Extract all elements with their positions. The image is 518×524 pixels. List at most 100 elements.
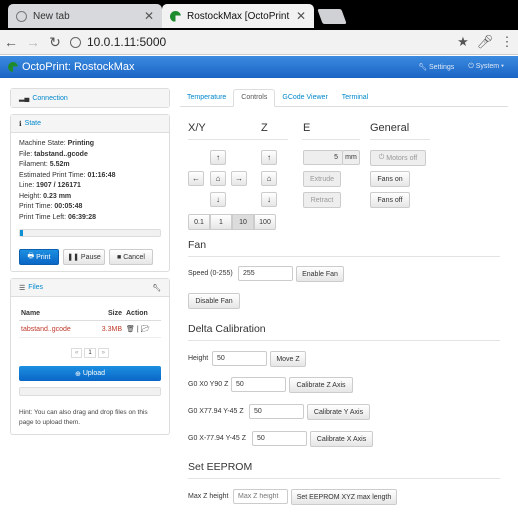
cancel-label: Cancel <box>123 253 145 261</box>
tab-controls[interactable]: Controls <box>233 89 276 107</box>
height-input[interactable]: 50 <box>212 351 267 366</box>
state-row: Filament: 5.52m <box>19 160 161 171</box>
power-icon: ⏻ <box>378 154 385 161</box>
upload-button[interactable]: ⊕ Upload <box>19 366 161 381</box>
page-prev[interactable]: « <box>70 348 83 358</box>
fan-speed-input[interactable]: 255 <box>238 266 293 281</box>
step-0-1-button[interactable]: 0.1 <box>188 214 210 230</box>
file-actions: 🗑︎ | 📂︎ <box>124 320 161 338</box>
step-100-button[interactable]: 100 <box>254 214 276 230</box>
caret-down-icon: ▾ <box>501 63 504 70</box>
wrench-icon[interactable]: 🔧︎ <box>152 284 161 292</box>
files-table: Name Size Action tabstand..gcode 3.3MB 🗑… <box>19 307 161 338</box>
reload-icon[interactable]: ↻ <box>44 34 66 51</box>
home-xy-button[interactable]: ⌂ <box>210 171 226 186</box>
system-label: System <box>475 63 500 70</box>
new-tab-button[interactable] <box>317 9 347 24</box>
step-10-button[interactable]: 10 <box>232 214 254 230</box>
extrude-button[interactable]: Extrude <box>303 171 341 187</box>
calibrate-x-button[interactable]: Calibrate X Axis <box>310 431 373 447</box>
table-row: tabstand..gcode 3.3MB 🗑︎ | 📂︎ <box>19 320 161 338</box>
settings-menu[interactable]: 🔧︎ Settings <box>418 63 454 71</box>
page-next[interactable]: » <box>97 348 110 358</box>
tab-new-tab[interactable]: New tab ✕ <box>8 4 162 28</box>
motors-off-button[interactable]: ⏻ Motors off <box>370 150 426 166</box>
print-button[interactable]: 🖶︎ Print <box>19 249 59 265</box>
delta-calibration-heading: Delta Calibration <box>188 323 266 335</box>
close-tab-icon[interactable]: ✕ <box>296 9 306 23</box>
list-icon: ☰ <box>19 284 26 292</box>
close-tab-icon[interactable]: ✕ <box>144 9 154 23</box>
x-plus-button[interactable]: → <box>231 171 247 186</box>
extrude-amount-input[interactable]: 5 <box>303 150 343 165</box>
move-z-button[interactable]: Move Z <box>270 351 306 367</box>
y-axis-input[interactable]: 50 <box>249 404 304 419</box>
z-plus-button[interactable]: ↑ <box>261 150 277 165</box>
menu-icon[interactable]: ⋮ <box>496 34 518 50</box>
upload-progress-bar <box>19 387 161 396</box>
tab-octoprint[interactable]: RostockMax [OctoPrint ✕ <box>162 4 314 28</box>
col-name[interactable]: Name <box>19 307 92 321</box>
x-minus-button[interactable]: ← <box>188 171 204 186</box>
z-minus-button[interactable]: ↓ <box>261 192 277 207</box>
upload-hint: Hint: You can also drag and drop files o… <box>19 409 148 426</box>
disable-fan-button[interactable]: Disable Fan <box>188 293 240 309</box>
site-info-icon[interactable] <box>70 36 81 48</box>
tab-temperature[interactable]: Temperature <box>180 94 233 106</box>
files-header[interactable]: ☰ Files 🔧︎ <box>11 279 169 297</box>
state-label: File: <box>19 150 35 158</box>
file-size: 3.3MB <box>91 320 124 338</box>
trash-icon[interactable]: 🗑︎ <box>126 326 135 333</box>
y-plus-button[interactable]: ↑ <box>210 150 226 165</box>
app-navbar: OctoPrint: RostockMax 🔧︎ Settings ⏻ Syst… <box>0 56 518 78</box>
state-label: Height: <box>19 192 44 200</box>
calibrate-z-button[interactable]: Calibrate Z Axis <box>289 377 353 393</box>
connection-header[interactable]: ▂▄ Connection <box>11 89 169 107</box>
folder-open-icon[interactable]: 📂︎ <box>141 326 150 333</box>
z-axis-label: G0 X0 Y90 Z <box>188 381 229 388</box>
files-title: Files <box>28 284 44 291</box>
connection-title: Connection <box>32 94 68 102</box>
pause-label: Pause <box>80 253 101 261</box>
bookmark-star-icon[interactable]: ★ <box>452 34 474 50</box>
state-row: Height: 0.23 mm <box>19 192 161 203</box>
arrow-left-icon: ← <box>192 174 200 183</box>
microphone-icon[interactable]: 🎤︎ <box>474 34 496 50</box>
y-axis-label: G0 X77.94 Y-45 Z <box>188 408 244 415</box>
files-panel: ☰ Files 🔧︎ Name Size Action tabstand..gc… <box>10 278 170 435</box>
brand[interactable]: OctoPrint: RostockMax <box>8 61 134 73</box>
y-minus-button[interactable]: ↓ <box>210 192 226 207</box>
address-bar[interactable]: 10.0.1.11:5000 <box>70 33 452 52</box>
retract-button[interactable]: Retract <box>303 192 341 208</box>
tab-title: New tab <box>33 10 70 22</box>
tab-gcode-viewer[interactable]: GCode Viewer <box>275 94 334 106</box>
z-axis-input[interactable]: 50 <box>231 377 286 392</box>
system-menu[interactable]: ⏻ System ▾ <box>468 63 504 71</box>
max-z-input[interactable] <box>233 489 288 504</box>
tab-terminal[interactable]: Terminal <box>335 94 375 106</box>
home-z-button[interactable]: ⌂ <box>261 171 277 186</box>
enable-fan-button[interactable]: Enable Fan <box>296 266 344 282</box>
fans-off-button[interactable]: Fans off <box>370 192 410 208</box>
forward-icon[interactable]: → <box>22 34 44 50</box>
page-1[interactable]: 1 <box>84 348 96 358</box>
power-icon: ⏻ <box>468 63 474 70</box>
pause-button[interactable]: ❚❚ Pause <box>63 249 105 265</box>
fans-on-button[interactable]: Fans on <box>370 171 410 187</box>
cancel-button[interactable]: ■ Cancel <box>109 249 153 265</box>
step-1-button[interactable]: 1 <box>210 214 232 230</box>
calibrate-y-button[interactable]: Calibrate Y Axis <box>307 404 370 420</box>
set-eeprom-button[interactable]: Set EEPROM XYZ max length <box>291 489 397 505</box>
file-name[interactable]: tabstand..gcode <box>19 320 92 338</box>
x-axis-input[interactable]: 50 <box>252 431 307 446</box>
tab-strip: New tab ✕ RostockMax [OctoPrint ✕ <box>0 0 518 30</box>
state-header[interactable]: ℹ State <box>11 115 169 133</box>
back-icon[interactable]: ← <box>0 34 22 50</box>
state-value: Printing <box>67 140 95 147</box>
signal-icon: ▂▄ <box>19 95 30 102</box>
state-row: Print Time: 00:05:48 <box>19 202 161 213</box>
state-value: tabstand..gcode <box>34 150 88 158</box>
globe-icon <box>16 10 27 22</box>
state-value: 00:05:48 <box>54 203 83 210</box>
divider <box>260 139 288 140</box>
